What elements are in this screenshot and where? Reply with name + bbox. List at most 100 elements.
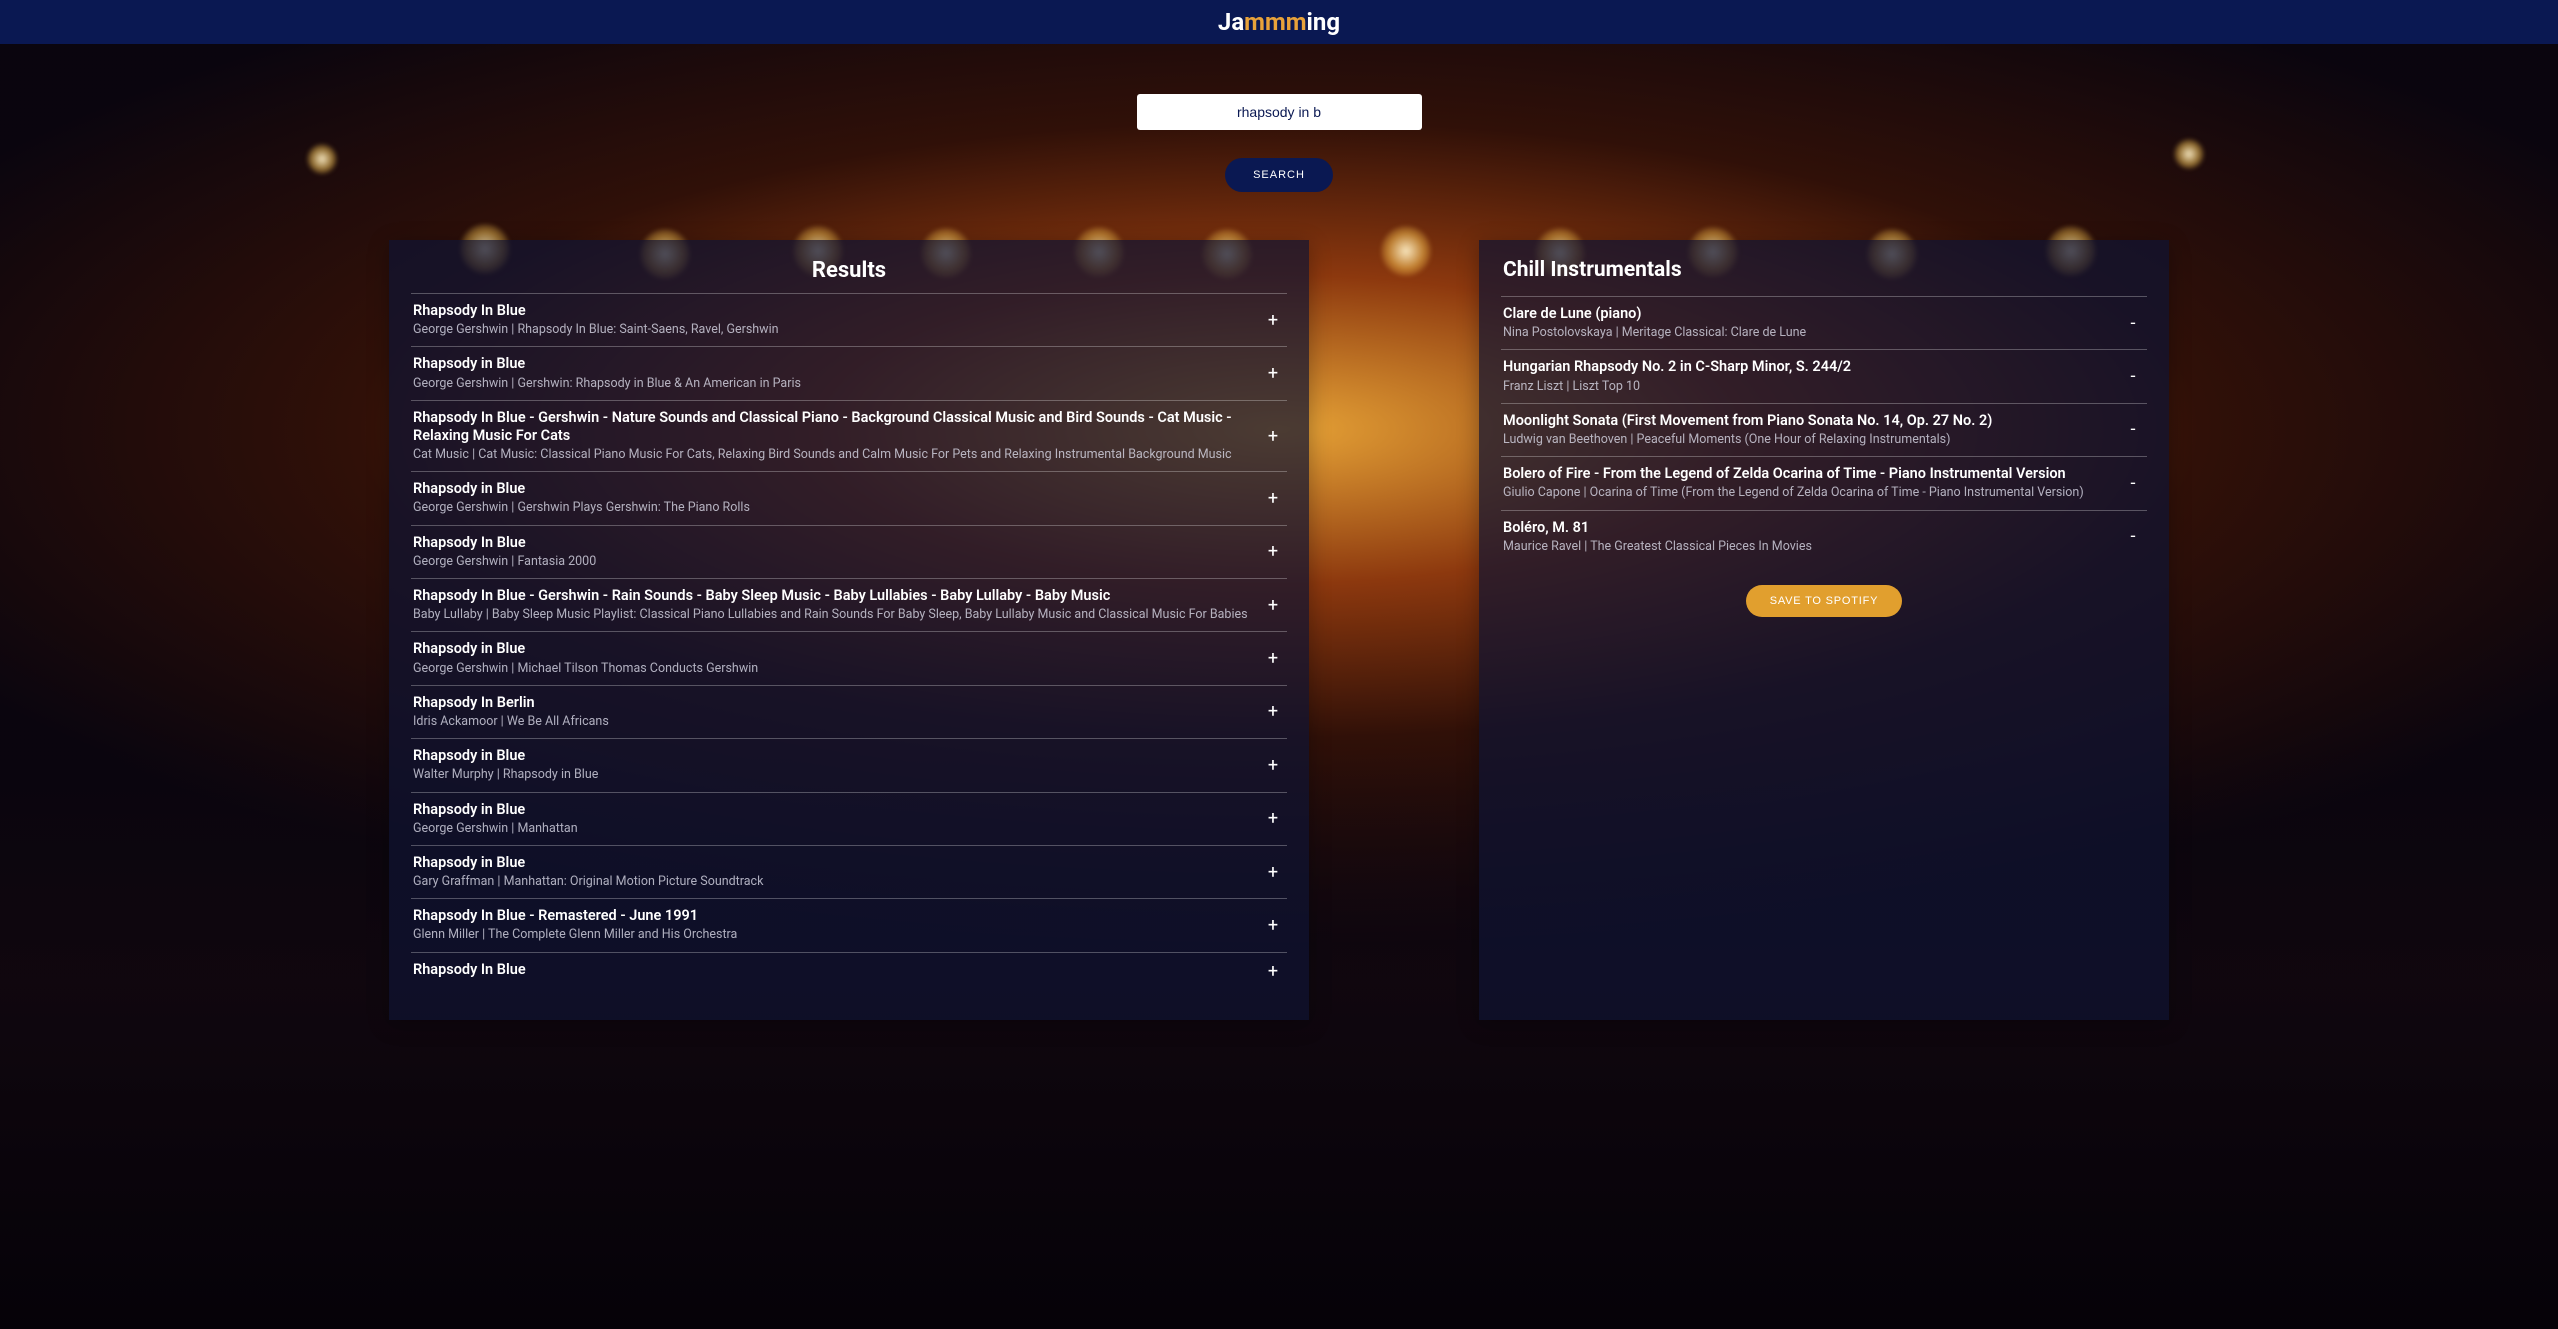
track-row: Rhapsody In Blue - Gershwin - Rain Sound… [411, 578, 1287, 631]
track-meta: Franz Liszt | Liszt Top 10 [1503, 379, 2109, 395]
track-meta: Walter Murphy | Rhapsody in Blue [413, 767, 1249, 783]
track-info: Rhapsody in Blue Walter Murphy | Rhapsody… [413, 747, 1261, 783]
track-row: Rhapsody in Blue Walter Murphy | Rhapsody… [411, 738, 1287, 791]
track-title: Rhapsody in Blue [413, 640, 1249, 658]
track-title: Rhapsody In Berlin [413, 694, 1249, 712]
add-track-button[interactable]: + [1261, 755, 1285, 776]
track-row: Boléro, M. 81Maurice Ravel | The Greates… [1501, 510, 2147, 563]
remove-track-button[interactable]: - [2121, 526, 2145, 547]
track-title: Clare de Lune (piano) [1503, 305, 2109, 323]
results-list: Rhapsody In Blue George Gershwin | Rhapso… [411, 293, 1287, 990]
track-info: Rhapsody In Blue George Gershwin | Rhapso… [413, 302, 1261, 338]
track-info: Rhapsody In Berlin Idris Ackamoor | We Be… [413, 694, 1261, 730]
track-title: Rhapsody In Blue [413, 961, 1249, 979]
track-meta: George Gershwin | Gershwin Plays Gershwi… [413, 500, 1249, 516]
track-info: Moonlight Sonata (First Movement from Pi… [1503, 412, 2121, 448]
track-row: Rhapsody in Blue George Gershwin | Gershw… [411, 346, 1287, 399]
track-title: Moonlight Sonata (First Movement from Pi… [1503, 412, 2109, 430]
add-track-button[interactable]: + [1261, 426, 1285, 447]
track-meta: Glenn Miller | The Complete Glenn Miller… [413, 927, 1249, 943]
track-row: Rhapsody in Blue George Gershwin | Michae… [411, 631, 1287, 684]
add-track-button[interactable]: + [1261, 363, 1285, 384]
track-info: Rhapsody In BlueGeorge Gershwin | Fantas… [413, 534, 1261, 570]
track-meta: Giulio Capone | Ocarina of Time (From th… [1503, 485, 2109, 501]
track-row: Clare de Lune (piano) Nina Postolovskaya … [1501, 296, 2147, 349]
track-meta: George Gershwin | Gershwin: Rhapsody in … [413, 376, 1249, 392]
track-title: Hungarian Rhapsody No. 2 in C-Sharp Mino… [1503, 358, 2109, 376]
add-track-button[interactable]: + [1261, 961, 1285, 982]
track-title: Rhapsody in Blue [413, 480, 1249, 498]
track-row: Rhapsody In BlueGeorge Gershwin | Fantas… [411, 525, 1287, 578]
track-row: Rhapsody In Blue - Gershwin - Nature Sou… [411, 400, 1287, 472]
track-title: Bolero of Fire - From the Legend of Zeld… [1503, 465, 2109, 483]
app-header: Jammming [0, 0, 2558, 44]
track-info: Bolero of Fire - From the Legend of Zeld… [1503, 465, 2121, 501]
track-row: Moonlight Sonata (First Movement from Pi… [1501, 403, 2147, 456]
logo-post: ing [1307, 8, 1341, 36]
playlist-list: Clare de Lune (piano) Nina Postolovskaya … [1501, 296, 2147, 563]
add-track-button[interactable]: + [1261, 862, 1285, 883]
playlist-title: Chill Instrumentals [1501, 258, 2147, 282]
track-meta: Idris Ackamoor | We Be All Africans [413, 714, 1249, 730]
track-info: Rhapsody in Blue George Gershwin | Michae… [413, 640, 1261, 676]
remove-track-button[interactable]: - [2121, 419, 2145, 440]
track-title: Rhapsody In Blue - Gershwin - Nature Sou… [413, 409, 1249, 445]
track-info: Hungarian Rhapsody No. 2 in C-Sharp Mino… [1503, 358, 2121, 394]
track-title: Rhapsody In Blue [413, 302, 1249, 320]
track-meta: Gary Graffman | Manhattan: Original Moti… [413, 874, 1249, 890]
track-row: Rhapsody In Blue - Remastered - June 199… [411, 898, 1287, 951]
add-track-button[interactable]: + [1261, 310, 1285, 331]
add-track-button[interactable]: + [1261, 595, 1285, 616]
track-meta: Ludwig van Beethoven | Peaceful Moments … [1503, 432, 2109, 448]
remove-track-button[interactable]: - [2121, 473, 2145, 494]
track-row: Hungarian Rhapsody No. 2 in C-Sharp Mino… [1501, 349, 2147, 402]
results-title: Results [411, 258, 1287, 283]
track-title: Rhapsody in Blue [413, 854, 1249, 872]
logo-mid: mmm [1244, 8, 1306, 36]
track-row: Rhapsody In Berlin Idris Ackamoor | We Be… [411, 685, 1287, 738]
remove-track-button[interactable]: - [2121, 313, 2145, 334]
playlist-panel: Chill Instrumentals Clare de Lune (piano… [1479, 240, 2169, 1020]
track-info: Boléro, M. 81Maurice Ravel | The Greates… [1503, 519, 2121, 555]
track-meta: George Gershwin | Rhapsody In Blue: Sain… [413, 322, 1249, 338]
track-info: Rhapsody in Blue George Gershwin | Manhat… [413, 801, 1261, 837]
add-track-button[interactable]: + [1261, 701, 1285, 722]
track-title: Rhapsody In Blue - Remastered - June 199… [413, 907, 1249, 925]
add-track-button[interactable]: + [1261, 541, 1285, 562]
add-track-button[interactable]: + [1261, 808, 1285, 829]
track-row: Rhapsody In Blue + [411, 952, 1287, 990]
track-title: Rhapsody In Blue - Gershwin - Rain Sound… [413, 587, 1249, 605]
logo-pre: Ja [1218, 8, 1244, 36]
track-info: Rhapsody in Blue George Gershwin | Gershw… [413, 355, 1261, 391]
track-meta: Maurice Ravel | The Greatest Classical P… [1503, 539, 2109, 555]
track-info: Rhapsody In Blue - Gershwin - Rain Sound… [413, 587, 1261, 623]
track-meta: Cat Music | Cat Music: Classical Piano M… [413, 447, 1249, 463]
track-meta: George Gershwin | Fantasia 2000 [413, 554, 1249, 570]
search-input[interactable] [1137, 94, 1422, 130]
add-track-button[interactable]: + [1261, 648, 1285, 669]
track-info: Clare de Lune (piano) Nina Postolovskaya … [1503, 305, 2121, 341]
app-logo: Jammming [1218, 8, 1340, 36]
track-info: Rhapsody in Blue Gary Graffman | Manhatta… [413, 854, 1261, 890]
remove-track-button[interactable]: - [2121, 366, 2145, 387]
track-title: Rhapsody in Blue [413, 355, 1249, 373]
track-meta: George Gershwin | Michael Tilson Thomas … [413, 661, 1249, 677]
add-track-button[interactable]: + [1261, 915, 1285, 936]
track-meta: Baby Lullaby | Baby Sleep Music Playlist… [413, 607, 1249, 623]
results-panel: Results Rhapsody In BlueGeorge Gershwin … [389, 240, 1309, 1020]
track-title: Rhapsody in Blue [413, 747, 1249, 765]
add-track-button[interactable]: + [1261, 488, 1285, 509]
search-area: SEARCH [0, 94, 2558, 192]
track-info: Rhapsody In Blue - Remastered - June 199… [413, 907, 1261, 943]
track-row: Rhapsody In Blue George Gershwin | Rhapso… [411, 293, 1287, 346]
track-row: Rhapsody in Blue George Gershwin | Gershw… [411, 471, 1287, 524]
search-button[interactable]: SEARCH [1225, 158, 1333, 192]
track-row: Rhapsody in Blue George Gershwin | Manhat… [411, 792, 1287, 845]
track-info: Rhapsody In Blue [413, 961, 1261, 981]
track-meta: George Gershwin | Manhattan [413, 821, 1249, 837]
track-meta: Nina Postolovskaya | Meritage Classical:… [1503, 325, 2109, 341]
track-info: Rhapsody In Blue - Gershwin - Nature Sou… [413, 409, 1261, 464]
track-title: Rhapsody in Blue [413, 801, 1249, 819]
save-to-spotify-button[interactable]: SAVE TO SPOTIFY [1746, 585, 1903, 617]
track-row: Rhapsody in Blue Gary Graffman | Manhatta… [411, 845, 1287, 898]
